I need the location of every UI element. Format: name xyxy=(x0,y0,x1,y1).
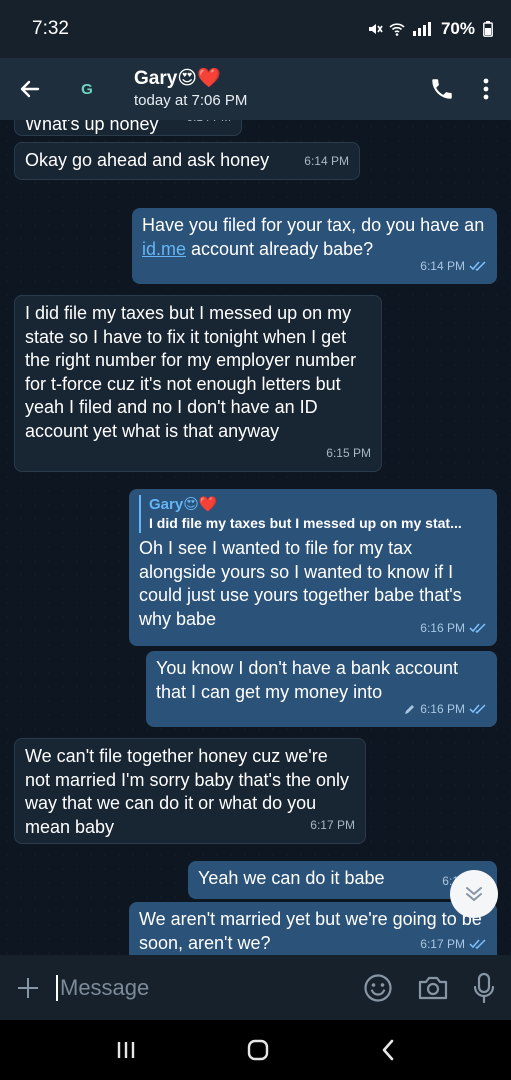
signal-icon xyxy=(412,22,431,36)
message-meta: 6:17 PM xyxy=(420,933,487,956)
message-meta: 6:16 PM xyxy=(420,617,487,641)
status-bar: 7:32 70% xyxy=(0,0,511,58)
emoji-icon[interactable] xyxy=(363,973,393,1003)
phone-icon[interactable] xyxy=(429,76,455,102)
message-text: You know I don't have a bank account tha… xyxy=(156,658,458,702)
contact-info[interactable]: Gary😍❤️ today at 7:06 PM xyxy=(134,67,247,111)
message-placeholder: Message xyxy=(60,974,150,1000)
message-outgoing[interactable]: You know I don't have a bank account tha… xyxy=(146,651,497,727)
plus-icon xyxy=(18,977,38,998)
status-indicators: 70% xyxy=(367,19,493,39)
mute-icon xyxy=(368,24,383,34)
message-incoming[interactable]: What's up honey 6:14 PM xyxy=(14,120,242,136)
message-time: 6:17 PM xyxy=(310,817,355,832)
recent-apps-icon[interactable] xyxy=(115,1040,137,1060)
last-seen: today at 7:06 PM xyxy=(134,92,248,109)
message-composer: Message xyxy=(0,955,511,1020)
message-text-after-link: account already babe? xyxy=(186,238,374,259)
chat-area[interactable]: What's up honey 6:14 PM Okay go ahead an… xyxy=(0,120,511,955)
message-outgoing-reply[interactable]: Gary😍❤️ I did file my taxes but I messed… xyxy=(129,489,497,646)
arrow-left-icon xyxy=(20,80,40,98)
avatar-initial: G xyxy=(81,80,93,98)
microphone-icon[interactable] xyxy=(473,972,495,1004)
home-icon[interactable] xyxy=(246,1038,270,1062)
message-incoming[interactable]: We can't file together honey cuz we're n… xyxy=(14,738,366,844)
message-incoming[interactable]: Okay go ahead and ask honey 6:14 PM xyxy=(14,142,360,180)
message-time: 6:14 PM xyxy=(304,153,349,168)
scroll-down-button[interactable] xyxy=(450,870,498,918)
reply-quote[interactable]: Gary😍❤️ I did file my taxes but I messed… xyxy=(139,495,487,533)
message-text: Oh I see I wanted to file for my tax alo… xyxy=(139,538,462,629)
edited-pencil-icon xyxy=(405,705,415,715)
battery-level: 70% xyxy=(440,19,475,38)
message-outgoing[interactable]: Have you filed for your tax, do you have… xyxy=(132,208,497,284)
message-text: Yeah we can do it babe xyxy=(198,868,385,888)
message-outgoing[interactable]: We aren't married yet but we're going to… xyxy=(129,902,497,955)
avatar[interactable]: G xyxy=(66,68,108,110)
more-options-icon[interactable] xyxy=(483,77,489,101)
message-text: Okay go ahead and ask honey xyxy=(25,150,270,170)
battery-icon xyxy=(483,21,493,37)
message-time: 6:14 PM xyxy=(186,120,231,129)
attach-button[interactable] xyxy=(0,976,56,1000)
status-time: 7:32 xyxy=(32,18,69,39)
chat-header: G Gary😍❤️ today at 7:06 PM xyxy=(0,58,511,120)
message-link[interactable]: id.me xyxy=(142,239,186,259)
message-time: 6:15 PM xyxy=(326,445,371,460)
message-text: What's up honey xyxy=(25,120,159,134)
reply-sender: Gary😍❤️ xyxy=(149,496,218,513)
double-check-icon xyxy=(469,939,486,950)
composer-actions xyxy=(363,972,511,1004)
message-text: We can't file together honey cuz we're n… xyxy=(25,746,350,837)
message-text-before-link: Have you filed for your tax, do you have… xyxy=(142,215,485,235)
message-input[interactable]: Message xyxy=(56,966,363,1010)
message-incoming[interactable]: I did file my taxes but I messed up on m… xyxy=(14,295,382,472)
camera-icon[interactable] xyxy=(417,974,449,1002)
back-nav-icon[interactable] xyxy=(380,1038,396,1062)
wifi-icon xyxy=(389,23,405,36)
message-meta: 6:14 PM xyxy=(420,255,487,279)
double-check-icon xyxy=(469,261,486,272)
double-check-icon xyxy=(469,704,486,715)
status-icons xyxy=(367,21,433,37)
system-nav-bar xyxy=(0,1020,511,1080)
text-caret xyxy=(56,974,58,1001)
reply-preview: I did file my taxes but I messed up on m… xyxy=(149,515,462,531)
double-chevron-down-icon xyxy=(466,887,482,901)
contact-name: Gary😍❤️ xyxy=(134,68,221,89)
back-button[interactable] xyxy=(0,58,60,120)
header-actions xyxy=(429,76,511,102)
message-text: I did file my taxes but I messed up on m… xyxy=(25,303,357,441)
double-check-icon xyxy=(469,623,486,634)
message-meta: 6:16 PM xyxy=(404,698,487,722)
